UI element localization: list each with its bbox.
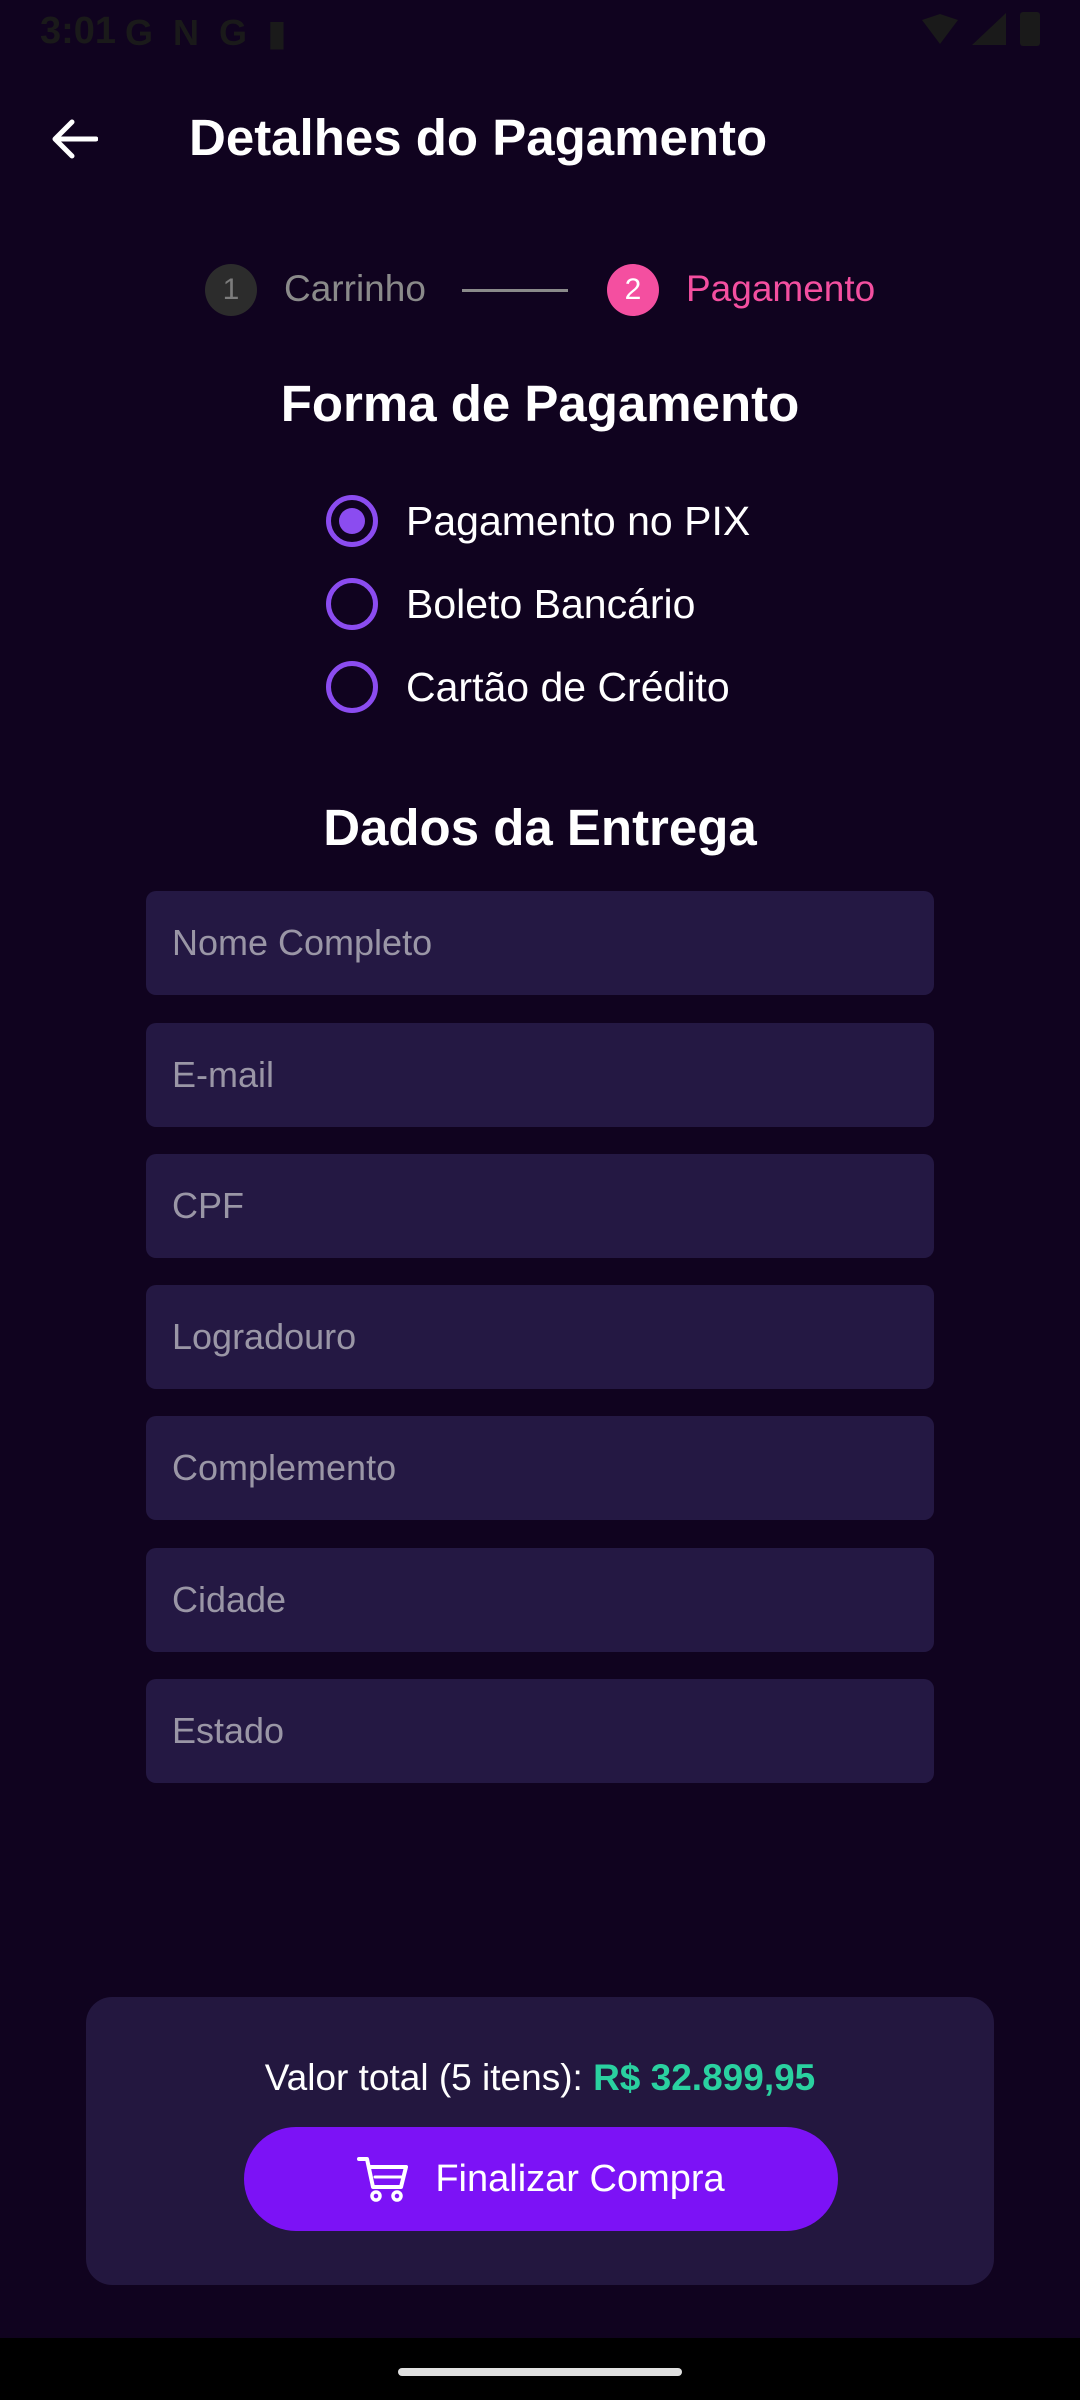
n-notification-icon: N [173, 12, 200, 53]
page-title: Detalhes do Pagamento [189, 109, 768, 166]
battery-icon [1020, 12, 1040, 46]
radio-button-selected[interactable] [326, 495, 378, 547]
checkout-stepper: 1 Carrinho 2 Pagamento [0, 262, 1080, 318]
step-2-label: Pagamento [686, 268, 876, 309]
radio-button[interactable] [326, 661, 378, 713]
payment-option-boleto[interactable]: Boleto Bancário [326, 574, 695, 634]
signal-icon [972, 13, 1006, 45]
complement-field[interactable] [146, 1416, 934, 1520]
finalize-purchase-label: Finalizar Compra [435, 2157, 725, 2200]
radio-button[interactable] [326, 578, 378, 630]
step-1-circle: 1 [205, 264, 257, 316]
street-field[interactable] [146, 1285, 934, 1389]
payment-option-label: Cartão de Crédito [406, 663, 730, 710]
total-amount: R$ 32.899,95 [593, 2057, 816, 2098]
state-field[interactable] [146, 1679, 934, 1783]
payment-option-credit-card[interactable]: Cartão de Crédito [326, 657, 730, 717]
google-notification-icon-2: G [219, 12, 248, 53]
email-field[interactable] [146, 1023, 934, 1127]
payment-option-label: Pagamento no PIX [406, 497, 751, 544]
city-field[interactable] [146, 1548, 934, 1652]
back-button[interactable] [40, 104, 110, 174]
step-connector [462, 289, 568, 292]
order-summary-panel: Valor total (5 itens): R$ 32.899,95 Fina… [86, 1997, 994, 2285]
cart-icon [357, 2157, 409, 2202]
payment-method-heading: Forma de Pagamento [280, 375, 800, 432]
total-label: Valor total (5 itens): [264, 2057, 594, 2098]
full-name-field[interactable] [146, 891, 934, 995]
status-bar: 3:01 G N G ▮ [0, 0, 1080, 62]
payment-option-pix[interactable]: Pagamento no PIX [326, 491, 750, 551]
arrow-left-icon [52, 119, 98, 159]
total-line: Valor total (5 itens): R$ 32.899,95 [86, 2057, 994, 2099]
google-notification-icon: G [125, 12, 154, 53]
cpf-field[interactable] [146, 1154, 934, 1258]
radio-dot [339, 508, 365, 534]
finalize-purchase-button[interactable]: Finalizar Compra [244, 2127, 838, 2231]
status-time: 3:01 [40, 10, 117, 52]
battery-notification-icon: ▮ [267, 12, 287, 53]
navigation-bar [0, 2338, 1080, 2400]
payment-option-label: Boleto Bancário [406, 580, 696, 627]
step-2-circle: 2 [607, 264, 659, 316]
payment-details-screen: 3:01 G N G ▮ Detalhes do Pagamento 1 Car… [0, 0, 1080, 2400]
home-indicator[interactable] [398, 2368, 682, 2376]
delivery-data-heading: Dados da Entrega [323, 799, 757, 856]
wifi-icon [922, 14, 958, 44]
system-status-icons [922, 12, 1040, 46]
notification-icons: G N G ▮ [125, 12, 287, 54]
step-1-label: Carrinho [284, 268, 426, 309]
